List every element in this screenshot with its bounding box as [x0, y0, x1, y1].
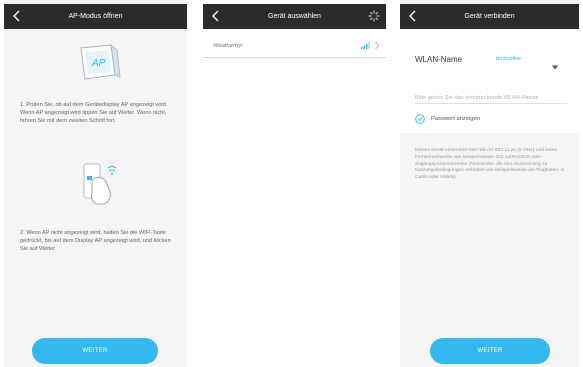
next-button[interactable]: WEITER: [430, 338, 550, 364]
top-bar: AP-Modus öffnen: [4, 4, 187, 29]
wlan-name-label: WLAN-Name: [415, 55, 463, 64]
screen-select-device: Gerät auswählen Weathertyp: [203, 0, 386, 367]
loading-spinner-icon: [368, 10, 380, 22]
device-display-illustration: AP: [77, 42, 121, 82]
page-title: Gerät auswählen: [268, 13, 321, 20]
hand-pressing-button-illustration: [78, 156, 120, 208]
check-circle-icon[interactable]: [415, 114, 425, 124]
screen-connect-device: Gerät verbinden WLAN-Name technoline Pas…: [400, 0, 579, 367]
device-list-item[interactable]: Weathertyp: [203, 34, 386, 58]
wifi-password-input[interactable]: [415, 92, 567, 104]
chevron-right-icon: [374, 41, 380, 52]
screen-ap-mode: AP-Modus öffnen AP 1. Prüfen Sie, ob auf…: [4, 0, 187, 367]
wlan-name-select[interactable]: technoline: [496, 56, 521, 62]
compatibility-notice: Dieses Gerät unterstützt kein WLAN 802.1…: [415, 148, 565, 181]
page-title: Gerät verbinden: [464, 13, 515, 20]
show-password-toggle[interactable]: Passwort anzeigen: [415, 114, 480, 124]
show-password-label: Passwort anzeigen: [431, 116, 480, 122]
page-title: AP-Modus öffnen: [68, 13, 123, 20]
wifi-form: WLAN-Name technoline Passwort anzeigen: [400, 29, 579, 133]
top-bar: Gerät auswählen: [203, 4, 386, 29]
back-arrow-icon[interactable]: [406, 9, 420, 23]
next-button[interactable]: WEITER: [32, 338, 158, 364]
instruction-step-1: 1. Prüfen Sie, ob auf dem Gerätedisplay …: [20, 102, 168, 125]
top-bar: Gerät verbinden: [400, 4, 579, 29]
instruction-step-2: 2. Wenn AP nicht angezeigt wird, halten …: [20, 230, 171, 253]
back-arrow-icon[interactable]: [209, 9, 223, 23]
ap-label: AP: [91, 58, 106, 69]
back-arrow-icon[interactable]: [10, 9, 24, 23]
device-name: Weathertyp: [213, 42, 243, 49]
caret-down-icon[interactable]: [552, 57, 558, 70]
signal-strength-icon: [361, 42, 370, 51]
